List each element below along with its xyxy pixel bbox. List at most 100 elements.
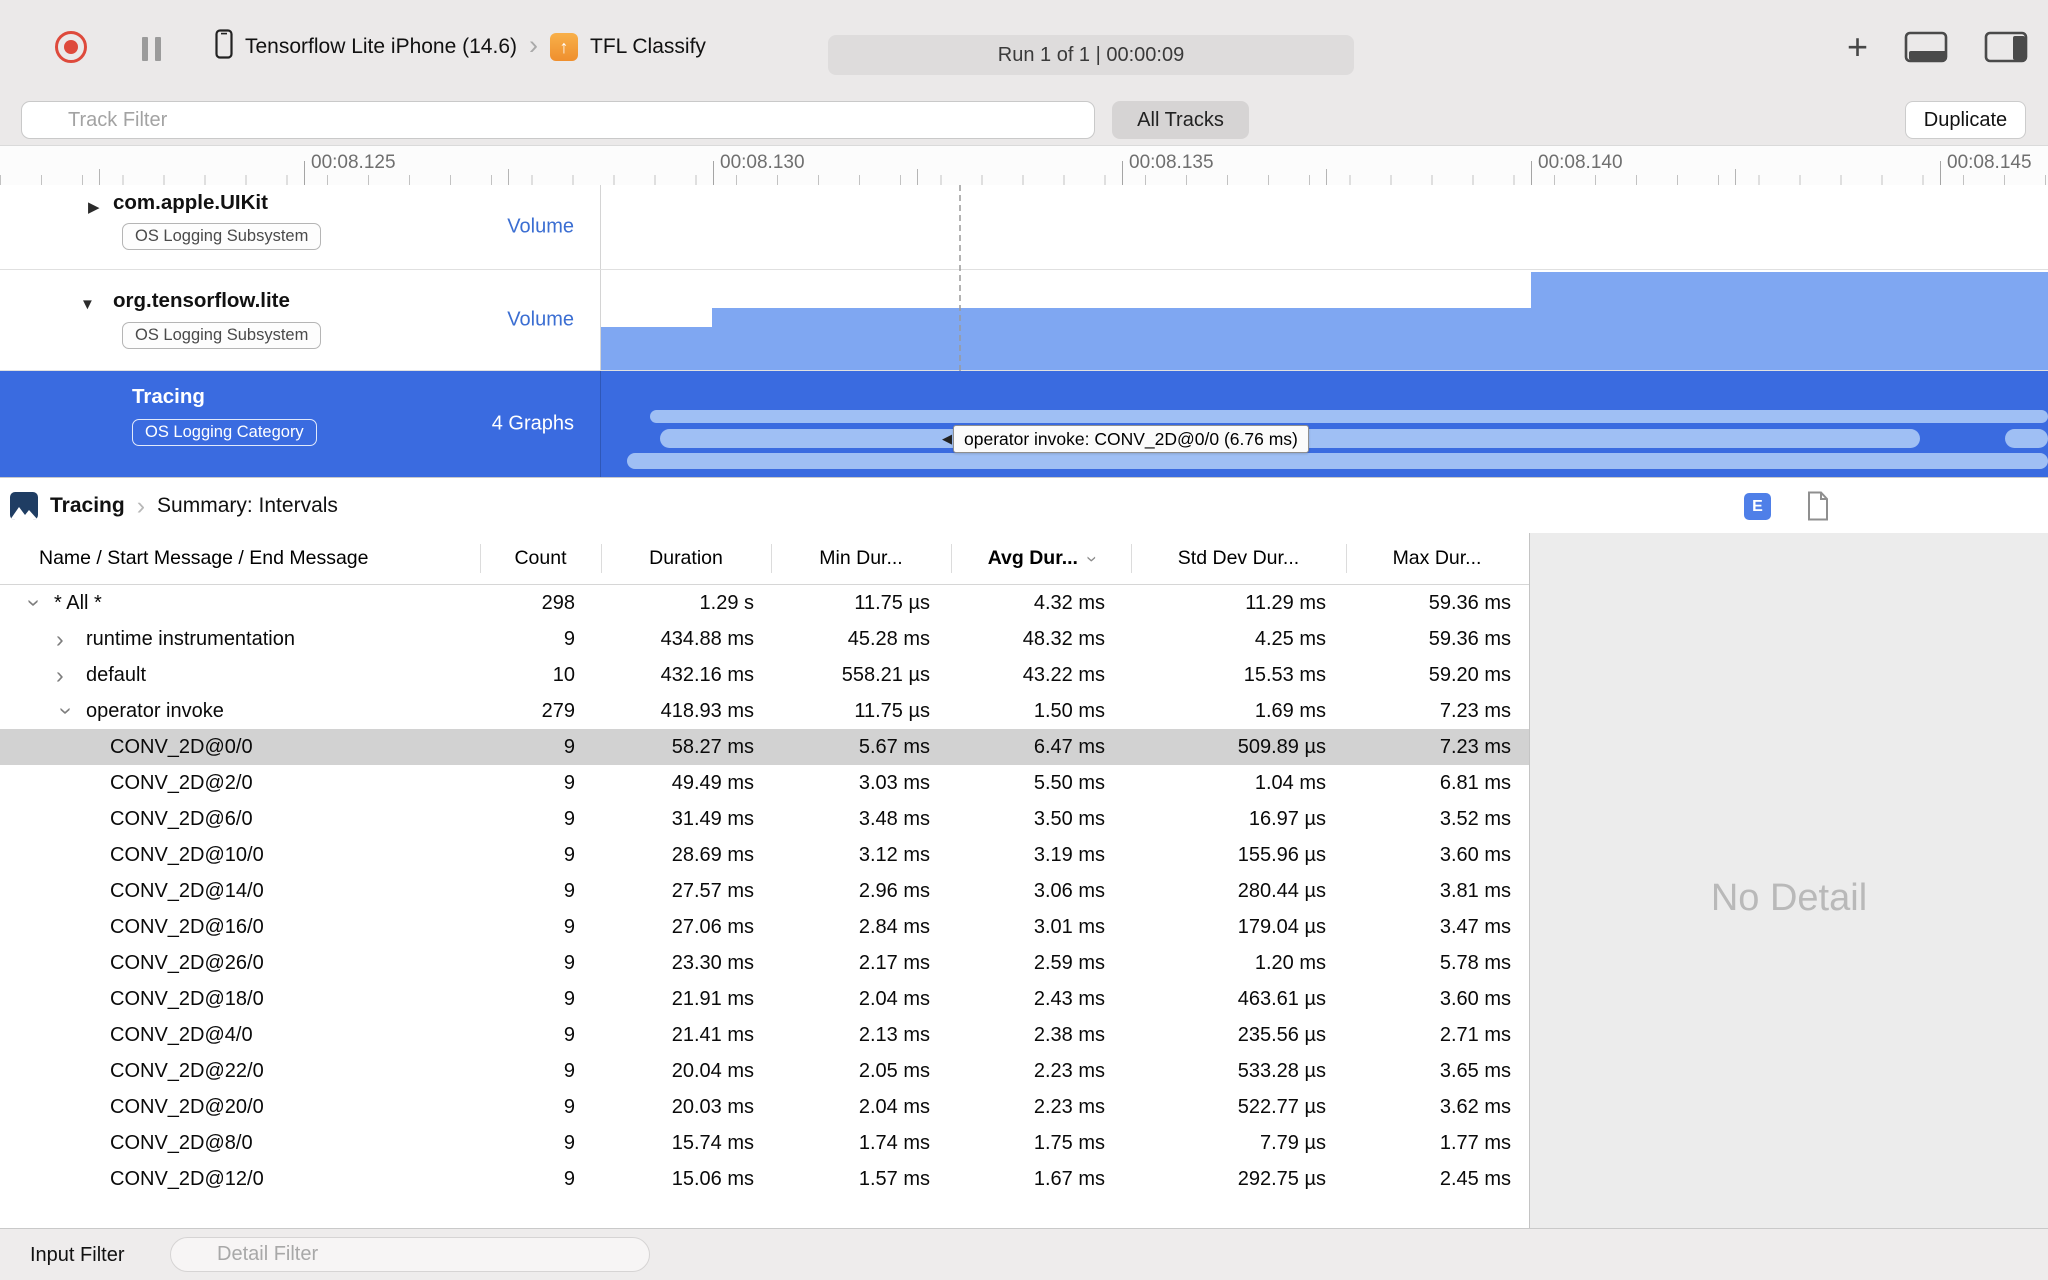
table-row[interactable]: CONV_2D@10/0 9 28.69 ms 3.12 ms 3.19 ms 155.9… xyxy=(0,837,1529,873)
table-row[interactable]: CONV_2D@6/0 9 31.49 ms 3.48 ms 3.50 ms 16.97 … xyxy=(0,801,1529,837)
table-row[interactable]: CONV_2D@20/0 9 20.03 ms 2.04 ms 2.23 ms 522.7… xyxy=(0,1089,1529,1125)
row-std-cell: 292.75 µs xyxy=(1237,1168,1326,1190)
extended-detail-button[interactable]: E xyxy=(1744,493,1771,520)
row-max-cell: 2.71 ms xyxy=(1439,1024,1511,1046)
ruler-major-tick xyxy=(1940,161,1941,185)
toggle-right-pane-button[interactable] xyxy=(1984,31,2028,63)
row-name-text: CONV_2D@16/0 xyxy=(110,916,264,938)
track-filter-input[interactable] xyxy=(21,101,1095,139)
row-avg-cell: 43.22 ms xyxy=(1022,664,1105,686)
ruler-time-label: 00:08.125 xyxy=(311,152,396,173)
table-row[interactable]: › * All * 298 1.29 s 11.75 µs 4.32 ms 11.29 ms… xyxy=(0,585,1529,621)
document-icon[interactable] xyxy=(1806,491,1830,521)
detail-filter-input[interactable] xyxy=(170,1237,650,1272)
row-name-cell: CONV_2D@8/0 xyxy=(0,1125,480,1161)
trace-interval-bar xyxy=(627,453,2048,469)
ruler-major-tick xyxy=(1122,161,1123,185)
run-status-display[interactable]: Run 1 of 1 | 00:00:09 xyxy=(828,35,1354,75)
row-std-cell: 1.20 ms xyxy=(1254,952,1326,974)
table-row[interactable]: CONV_2D@22/0 9 20.04 ms 2.05 ms 2.23 ms 533.2… xyxy=(0,1053,1529,1089)
column-header-count[interactable]: Count xyxy=(480,533,601,584)
row-name-cell: CONV_2D@6/0 xyxy=(0,801,480,837)
table-row[interactable]: › runtime instrumentation 9 434.88 ms 45.28 … xyxy=(0,621,1529,657)
track-label-cell: ▶ com.apple.UIKit OS Logging Subsystem V… xyxy=(0,185,601,269)
row-min-cell: 1.74 ms xyxy=(858,1132,930,1154)
disclosure-triangle-icon[interactable]: ▶ xyxy=(88,198,100,216)
row-min-cell: 3.03 ms xyxy=(858,772,930,794)
ruler-mid-tick xyxy=(917,169,918,185)
track-canvas-tracing-graphs[interactable] xyxy=(601,371,2048,477)
disclosure-triangle-icon[interactable]: ▼ xyxy=(80,296,95,313)
row-name-text: CONV_2D@18/0 xyxy=(110,988,264,1010)
table-row[interactable]: CONV_2D@16/0 9 27.06 ms 2.84 ms 3.01 ms 179.0… xyxy=(0,909,1529,945)
ruler-mid-tick xyxy=(99,169,100,185)
chevron-right-icon[interactable]: › xyxy=(56,657,86,693)
row-min-cell: 2.13 ms xyxy=(858,1024,930,1046)
row-count-cell: 9 xyxy=(563,772,575,794)
row-count-cell: 9 xyxy=(563,844,575,866)
column-header-avg-sorted[interactable]: Avg Dur... › xyxy=(951,533,1131,584)
toggle-bottom-pane-button[interactable] xyxy=(1904,31,1948,63)
track-row-tensorflow[interactable]: ▼ org.tensorflow.lite OS Logging Subsyst… xyxy=(0,270,2048,371)
row-max-cell: 2.45 ms xyxy=(1439,1168,1511,1190)
table-row[interactable]: CONV_2D@26/0 9 23.30 ms 2.17 ms 2.59 ms 1.20 … xyxy=(0,945,1529,981)
row-avg-cell: 2.43 ms xyxy=(1033,988,1105,1010)
breadcrumb-root[interactable]: Tracing xyxy=(50,494,125,518)
row-avg-cell: 3.19 ms xyxy=(1033,844,1105,866)
chevron-down-icon[interactable]: › xyxy=(49,700,85,722)
chevron-right-icon[interactable]: › xyxy=(56,621,86,657)
column-header-max[interactable]: Max Dur... xyxy=(1346,533,1528,584)
row-min-cell: 45.28 ms xyxy=(847,628,930,650)
playhead-line[interactable] xyxy=(959,185,961,371)
row-name-text: operator invoke xyxy=(86,700,224,722)
row-name-cell: CONV_2D@20/0 xyxy=(0,1089,480,1125)
table-row[interactable]: CONV_2D@4/0 9 21.41 ms 2.13 ms 2.38 ms 235.56… xyxy=(0,1017,1529,1053)
table-row[interactable]: › operator invoke 279 418.93 ms 11.75 µs 1.50… xyxy=(0,693,1529,729)
ruler-major-tick xyxy=(1531,161,1532,185)
column-header-duration[interactable]: Duration xyxy=(601,533,771,584)
row-std-cell: 463.61 µs xyxy=(1237,988,1326,1010)
table-header: Name / Start Message / End Message Count… xyxy=(0,533,1529,585)
row-max-cell: 1.77 ms xyxy=(1439,1132,1511,1154)
row-name-text: runtime instrumentation xyxy=(86,628,295,650)
row-count-cell: 9 xyxy=(563,952,575,974)
track-row-tracing-selected[interactable]: Tracing OS Logging Category 4 Graphs xyxy=(0,371,2048,477)
table-row[interactable]: CONV_2D@2/0 9 49.49 ms 3.03 ms 5.50 ms 1.04 m… xyxy=(0,765,1529,801)
table-row[interactable]: › default 10 432.16 ms 558.21 µs 43.22 ms 15.5… xyxy=(0,657,1529,693)
chevron-down-icon[interactable]: › xyxy=(17,592,53,614)
duplicate-button[interactable]: Duplicate xyxy=(1905,101,2026,139)
timeline-ruler[interactable]: 00:08.125 00:08.130 00:08.135 00:08.140 00:0… xyxy=(0,145,2048,186)
target-selector[interactable]: Tensorflow Lite iPhone (14.6) › ↑ TFL Cl… xyxy=(215,0,706,94)
track-canvas-uikit[interactable] xyxy=(601,185,2048,269)
column-header-stddev[interactable]: Std Dev Dur... xyxy=(1131,533,1346,584)
iphone-icon xyxy=(215,29,233,65)
track-row-uikit[interactable]: ▶ com.apple.UIKit OS Logging Subsystem V… xyxy=(0,185,2048,270)
table-row[interactable]: CONV_2D@0/0 9 58.27 ms 5.67 ms 6.47 ms 509.89… xyxy=(0,729,1529,765)
record-button[interactable] xyxy=(55,31,87,63)
input-filter-label[interactable]: Input Filter xyxy=(30,1229,124,1280)
breadcrumb-page[interactable]: Summary: Intervals xyxy=(157,494,338,518)
row-avg-cell: 3.06 ms xyxy=(1033,880,1105,902)
track-canvas-volume-chart[interactable] xyxy=(601,270,2048,370)
record-dot-icon xyxy=(64,40,78,54)
table-row[interactable]: CONV_2D@18/0 9 21.91 ms 2.04 ms 2.43 ms 463.6… xyxy=(0,981,1529,1017)
chevron-right-icon: › xyxy=(529,29,538,60)
all-tracks-button[interactable]: All Tracks xyxy=(1112,101,1249,139)
column-header-min[interactable]: Min Dur... xyxy=(771,533,951,584)
table-row[interactable]: CONV_2D@8/0 9 15.74 ms 1.74 ms 1.75 ms 7.79 µ… xyxy=(0,1125,1529,1161)
row-duration-cell: 20.04 ms xyxy=(671,1060,754,1082)
row-avg-cell: 3.01 ms xyxy=(1033,916,1105,938)
row-max-cell: 6.81 ms xyxy=(1439,772,1511,794)
sort-chevron-icon: › xyxy=(1081,555,1103,562)
row-max-cell: 3.81 ms xyxy=(1439,880,1511,902)
pause-button[interactable] xyxy=(142,37,164,61)
intervals-table-body: › * All * 298 1.29 s 11.75 µs 4.32 ms 11.29 ms… xyxy=(0,585,1529,1228)
row-duration-cell: 27.06 ms xyxy=(671,916,754,938)
row-std-cell: 16.97 µs xyxy=(1248,808,1326,830)
row-max-cell: 7.23 ms xyxy=(1439,700,1511,722)
table-row[interactable]: CONV_2D@12/0 9 15.06 ms 1.57 ms 1.67 ms 292.7… xyxy=(0,1161,1529,1197)
add-instrument-button[interactable]: + xyxy=(1847,29,1868,65)
ruler-time-label: 00:08.130 xyxy=(720,152,805,173)
column-header-name[interactable]: Name / Start Message / End Message xyxy=(0,533,480,584)
table-row[interactable]: CONV_2D@14/0 9 27.57 ms 2.96 ms 3.06 ms 280.4… xyxy=(0,873,1529,909)
